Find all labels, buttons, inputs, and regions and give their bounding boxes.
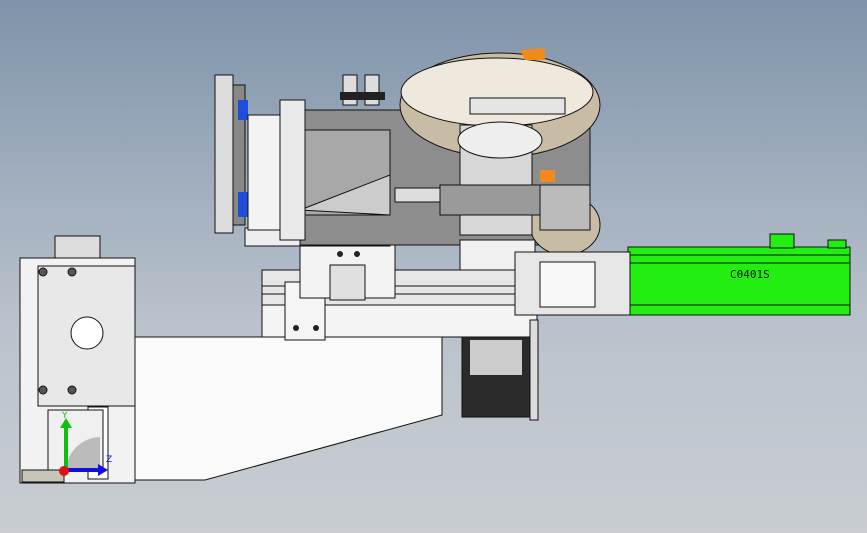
pneumatic-fittings <box>340 74 385 106</box>
triad-z-label: Z <box>106 455 112 465</box>
motor-label: C0401S <box>730 268 770 281</box>
triad-y-label: Y <box>61 411 68 421</box>
assembly-model: C0401S Y Z <box>19 48 851 484</box>
coordinate-triad <box>47 409 108 476</box>
left-flange <box>214 74 306 241</box>
z-axis-dot <box>59 466 69 476</box>
cad-viewport[interactable]: C0401S Y Z <box>0 0 867 533</box>
